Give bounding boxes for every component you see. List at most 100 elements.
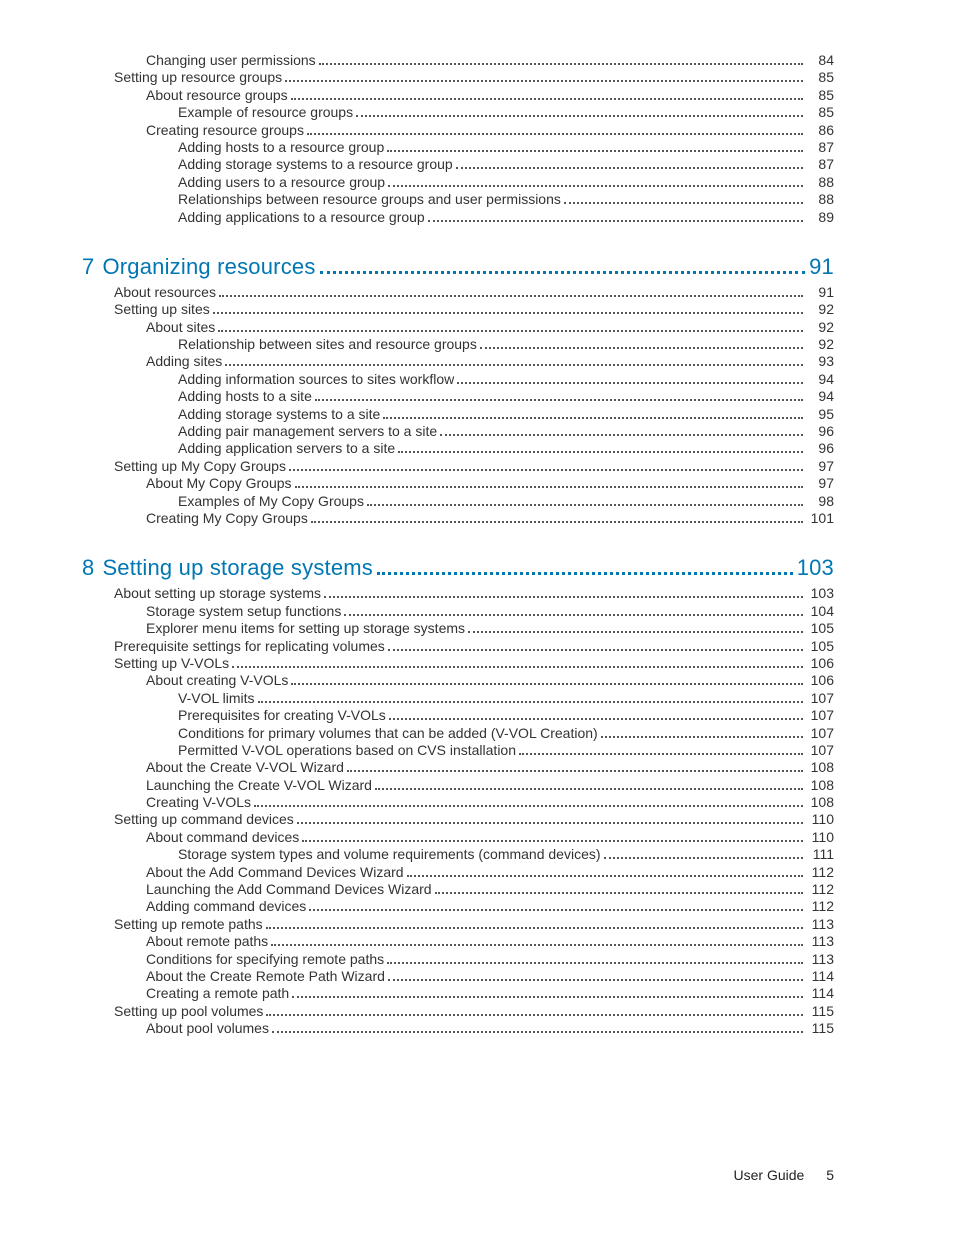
toc-entry[interactable]: About remote paths 113 bbox=[82, 933, 834, 950]
toc-entry[interactable]: About setting up storage systems103 bbox=[82, 585, 834, 602]
toc-entry[interactable]: About the Create Remote Path Wizard114 bbox=[82, 968, 834, 985]
toc-entry-title: Permitted V-VOL operations based on CVS … bbox=[178, 742, 516, 758]
toc-entry[interactable]: Explorer menu items for setting up stora… bbox=[82, 620, 834, 637]
toc-entry[interactable]: Relationships between resource groups an… bbox=[82, 191, 834, 208]
toc-entry-page: 107 bbox=[806, 742, 834, 758]
dot-leader bbox=[389, 718, 803, 720]
toc-entry-page: 111 bbox=[806, 846, 834, 862]
dot-leader bbox=[388, 185, 803, 187]
toc-entry[interactable]: Creating V-VOLs108 bbox=[82, 794, 834, 811]
dot-leader bbox=[440, 434, 803, 436]
chapter-number: 7 bbox=[82, 254, 94, 280]
toc-entry[interactable]: V-VOL limits107 bbox=[82, 690, 834, 707]
toc-entry[interactable]: About creating V-VOLs106 bbox=[82, 672, 834, 689]
toc-entry[interactable]: Setting up command devices110 bbox=[82, 811, 834, 828]
dot-leader bbox=[319, 63, 803, 65]
toc-entry[interactable]: About pool volumes115 bbox=[82, 1020, 834, 1037]
toc-entry-page: 104 bbox=[806, 603, 834, 619]
toc-entry[interactable]: Example of resource groups85 bbox=[82, 104, 834, 121]
toc-entry[interactable]: Creating resource groups86 bbox=[82, 122, 834, 139]
toc-entry-page: 114 bbox=[806, 968, 834, 984]
toc-entry[interactable]: About My Copy Groups97 bbox=[82, 475, 834, 492]
toc-entry[interactable]: Adding hosts to a resource group87 bbox=[82, 139, 834, 156]
toc-section-ch8: About setting up storage systems103Stora… bbox=[82, 585, 834, 1037]
toc-entry[interactable]: Adding sites93 bbox=[82, 353, 834, 370]
toc-entry[interactable]: Adding storage systems to a site95 bbox=[82, 406, 834, 423]
toc-entry[interactable]: Prerequisites for creating V-VOLs107 bbox=[82, 707, 834, 724]
dot-leader bbox=[254, 805, 803, 807]
toc-entry[interactable]: Setting up V-VOLs106 bbox=[82, 655, 834, 672]
toc-entry-title: Adding sites bbox=[146, 353, 222, 369]
dot-leader bbox=[388, 979, 803, 981]
toc-entry-page: 97 bbox=[806, 458, 834, 474]
toc-entry[interactable]: Adding storage systems to a resource gro… bbox=[82, 156, 834, 173]
toc-entry[interactable]: Prerequisite settings for replicating vo… bbox=[82, 638, 834, 655]
dot-leader bbox=[218, 330, 803, 332]
toc-entry[interactable]: About command devices110 bbox=[82, 829, 834, 846]
toc-entry-page: 88 bbox=[806, 191, 834, 207]
dot-leader bbox=[377, 572, 793, 575]
toc-entry-page: 85 bbox=[806, 104, 834, 120]
dot-leader bbox=[285, 80, 803, 82]
toc-entry[interactable]: Permitted V-VOL operations based on CVS … bbox=[82, 742, 834, 759]
toc-entry-title: Storage system types and volume requirem… bbox=[178, 846, 601, 862]
toc-entry[interactable]: Adding command devices112 bbox=[82, 898, 834, 915]
toc-entry[interactable]: Creating a remote path114 bbox=[82, 985, 834, 1002]
toc-entry[interactable]: Examples of My Copy Groups98 bbox=[82, 493, 834, 510]
toc-entry-page: 87 bbox=[806, 156, 834, 172]
toc-entry-page: 94 bbox=[806, 388, 834, 404]
toc-entry[interactable]: Adding users to a resource group88 bbox=[82, 174, 834, 191]
toc-entry[interactable]: Adding pair management servers to a site… bbox=[82, 423, 834, 440]
toc-entry-title: Adding information sources to sites work… bbox=[178, 371, 454, 387]
toc-entry-page: 92 bbox=[806, 301, 834, 317]
dot-leader bbox=[407, 875, 803, 877]
toc-entry[interactable]: Storage system setup functions 104 bbox=[82, 603, 834, 620]
dot-leader bbox=[219, 295, 803, 297]
toc-entry-title: Adding storage systems to a resource gro… bbox=[178, 156, 453, 172]
chapter-heading-8[interactable]: 8 Setting up storage systems 103 bbox=[82, 555, 834, 581]
toc-entry-title: About remote paths bbox=[146, 933, 268, 949]
toc-entry[interactable]: Storage system types and volume requirem… bbox=[82, 846, 834, 863]
toc-entry[interactable]: Launching the Add Command Devices Wizard… bbox=[82, 881, 834, 898]
toc-entry[interactable]: About resource groups85 bbox=[82, 87, 834, 104]
dot-leader bbox=[604, 857, 803, 859]
toc-entry[interactable]: About the Create V-VOL Wizard108 bbox=[82, 759, 834, 776]
toc-entry-title: Conditions for primary volumes that can … bbox=[178, 725, 598, 741]
dot-leader bbox=[387, 150, 803, 152]
toc-section-continuation: Changing user permissions84Setting up re… bbox=[82, 52, 834, 226]
dot-leader bbox=[519, 753, 803, 755]
toc-entry[interactable]: About the Add Command Devices Wizard112 bbox=[82, 864, 834, 881]
toc-entry[interactable]: Creating My Copy Groups101 bbox=[82, 510, 834, 527]
dot-leader bbox=[258, 701, 804, 703]
dot-leader bbox=[356, 115, 803, 117]
toc-entry[interactable]: Relationship between sites and resource … bbox=[82, 336, 834, 353]
toc-entry[interactable]: Conditions for specifying remote paths11… bbox=[82, 951, 834, 968]
dot-leader bbox=[388, 649, 803, 651]
toc-entry[interactable]: Adding hosts to a site94 bbox=[82, 388, 834, 405]
toc-entry-page: 110 bbox=[806, 811, 834, 827]
toc-entry[interactable]: Setting up sites92 bbox=[82, 301, 834, 318]
toc-entry[interactable]: Adding information sources to sites work… bbox=[82, 371, 834, 388]
toc-entry[interactable]: Setting up resource groups85 bbox=[82, 69, 834, 86]
toc-entry[interactable]: Setting up remote paths113 bbox=[82, 916, 834, 933]
toc-entry-title: About the Create V-VOL Wizard bbox=[146, 759, 344, 775]
chapter-heading-7[interactable]: 7 Organizing resources 91 bbox=[82, 254, 834, 280]
toc-entry-page: 97 bbox=[806, 475, 834, 491]
toc-entry[interactable]: Launching the Create V-VOL Wizard108 bbox=[82, 777, 834, 794]
toc-entry-page: 107 bbox=[806, 690, 834, 706]
toc-entry-title: Storage system setup functions bbox=[146, 603, 341, 619]
toc-entry[interactable]: About sites92 bbox=[82, 319, 834, 336]
toc-entry[interactable]: About resources91 bbox=[82, 284, 834, 301]
toc-entry[interactable]: Setting up pool volumes115 bbox=[82, 1003, 834, 1020]
toc-entry-page: 113 bbox=[806, 933, 834, 949]
toc-entry-page: 113 bbox=[806, 951, 834, 967]
toc-entry-page: 96 bbox=[806, 440, 834, 456]
dot-leader bbox=[292, 996, 803, 998]
toc-entry[interactable]: Adding application servers to a site96 bbox=[82, 440, 834, 457]
dot-leader bbox=[457, 382, 803, 384]
toc-entry[interactable]: Changing user permissions84 bbox=[82, 52, 834, 69]
toc-entry[interactable]: Conditions for primary volumes that can … bbox=[82, 725, 834, 742]
toc-entry[interactable]: Adding applications to a resource group8… bbox=[82, 209, 834, 226]
dot-leader bbox=[428, 220, 803, 222]
toc-entry[interactable]: Setting up My Copy Groups97 bbox=[82, 458, 834, 475]
